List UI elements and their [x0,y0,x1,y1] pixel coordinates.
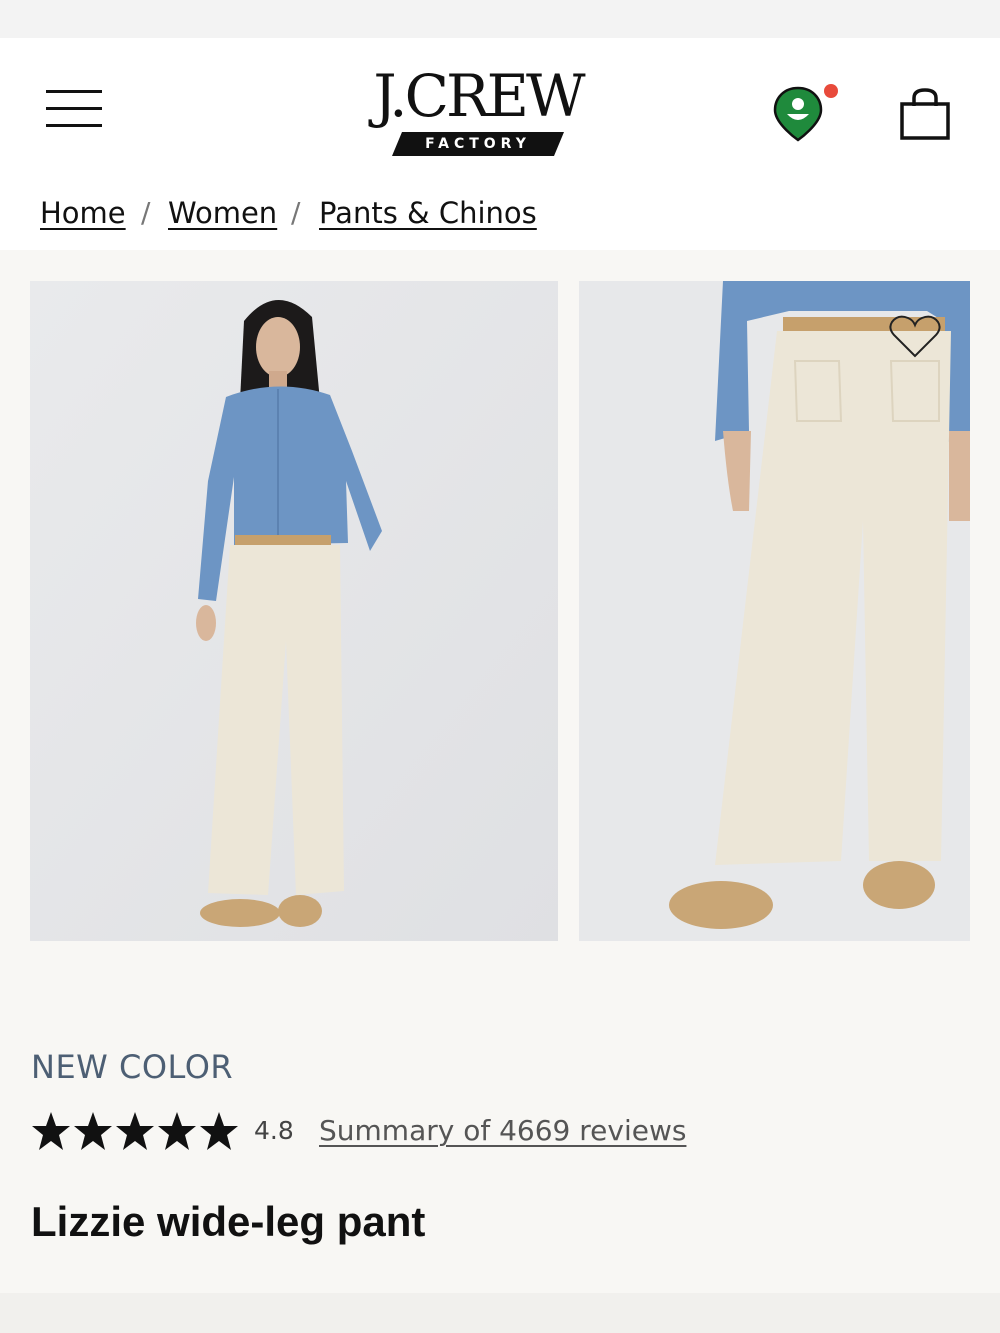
top-strip [0,0,1000,38]
store-locator-icon [773,84,838,142]
heart-icon [889,315,941,358]
breadcrumb-separator: / [141,196,151,229]
breadcrumb-pants-chinos[interactable]: Pants & Chinos [319,196,537,230]
star-icon [74,1112,112,1150]
brand-logo[interactable]: J.CREW FACTORY [352,64,604,160]
breadcrumb-separator: / [291,196,301,229]
logo-wordmark: J.CREW [373,62,585,130]
star-rating[interactable] [30,1108,240,1154]
shopping-bag-icon [900,88,950,140]
product-image-closeup[interactable] [579,281,970,941]
star-icon [32,1112,70,1150]
breadcrumb-home[interactable]: Home [40,196,126,230]
product-image-front[interactable] [30,281,558,941]
close-up-photo [579,281,970,941]
logo-factory-badge: FACTORY [392,132,564,156]
menu-icon-line [46,90,102,93]
reviews-summary-link[interactable]: Summary of 4669 reviews [319,1114,686,1147]
star-icon [116,1112,154,1150]
menu-icon-line [46,107,102,110]
wishlist-button[interactable] [886,312,944,362]
shopping-bag-button[interactable] [896,86,954,142]
star-icon [200,1112,238,1150]
star-icon [158,1112,196,1150]
front-view-photo [30,281,558,941]
breadcrumb: Home / Women / Pants & Chinos [0,180,1000,250]
menu-icon-line [46,124,102,127]
bottom-strip [0,1293,1000,1333]
site-header: J.CREW FACTORY [0,38,1000,180]
promo-badge: NEW COLOR [31,1048,234,1086]
notification-dot-icon [824,84,838,98]
product-title: Lizzie wide-leg pant [31,1198,426,1245]
menu-button[interactable] [46,90,104,130]
rating-value: 4.8 [254,1116,294,1145]
store-locator-button[interactable] [772,82,844,144]
rating-row: 4.8 Summary of 4669 reviews [30,1108,730,1158]
breadcrumb-women[interactable]: Women [168,196,277,230]
